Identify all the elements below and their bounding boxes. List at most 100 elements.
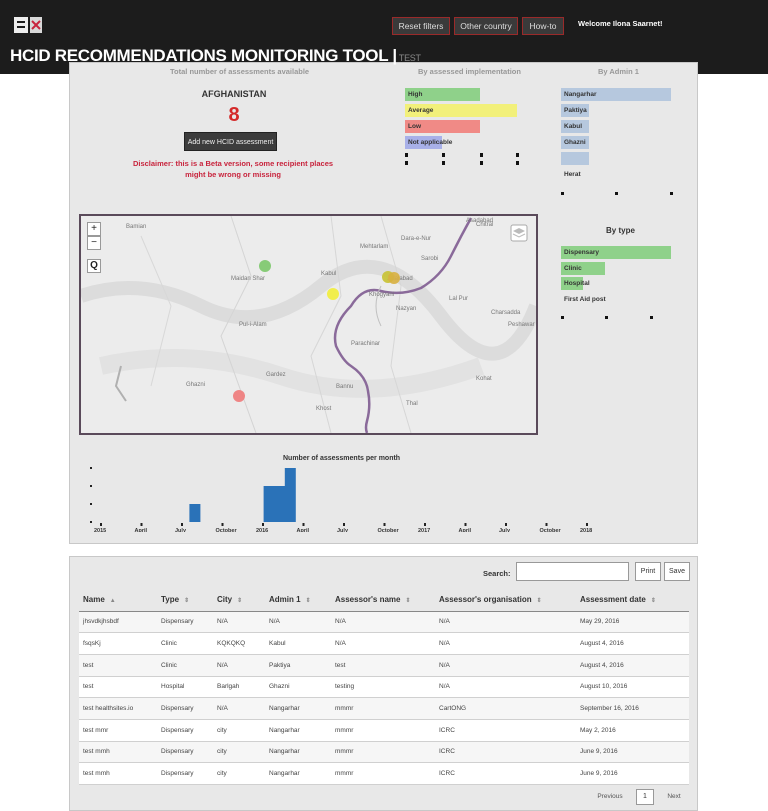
type-bar[interactable]: First Aid post [561,293,606,306]
type-bar[interactable]: Hospital [561,277,590,290]
reset-filters-button[interactable]: Reset filters [392,17,450,35]
admin1-bar[interactable] [561,152,589,165]
table-row[interactable]: test Hospital Barlgah Ghazni testing N/A Augus… [79,676,689,699]
sort-icon[interactable]: ⇕ [237,597,242,604]
table-cell: Dispensary [157,741,213,764]
table-cell: testing [331,676,435,699]
x-axis-tick [262,523,264,526]
search-input[interactable] [516,562,629,581]
type-bar[interactable]: Clinic [561,261,605,275]
next-page-button[interactable]: Next [660,790,688,804]
map-marker[interactable] [327,288,339,300]
table-cell: mmmr [331,762,435,785]
table-cell: Kabul [265,632,331,655]
monthly-bar[interactable] [284,468,296,522]
column-header-type[interactable]: Type ⇕ [157,589,213,612]
other-country-button[interactable]: Other country [454,17,518,35]
sort-icon[interactable]: ⇕ [306,597,311,604]
table-cell: city [213,741,265,764]
map-place-label: Thal [406,401,418,407]
x-tick-label: 2015 [94,528,106,532]
map-place-label: Peshawar [508,322,535,328]
monthly-bar[interactable] [263,486,275,522]
zoom-in-button[interactable]: + [87,222,101,236]
sort-icon[interactable]: ⇕ [651,597,656,604]
column-header-city[interactable]: City ⇕ [213,589,265,612]
faded-heading-total: Total number of assessments available [170,67,310,76]
table-row[interactable]: test mmr Dispensary city Nangarhar mmmr ICRC M… [79,719,689,742]
admin1-bar[interactable]: Kabul [561,120,589,133]
sort-icon[interactable]: ⇕ [406,597,411,604]
admin1-bar[interactable]: Ghazni [561,136,589,149]
map-basemap [81,216,536,433]
table-cell: mmmr [331,741,435,764]
axis-tick [405,153,408,157]
table-cell: August 4, 2016 [576,632,689,655]
map-view[interactable]: Bamian Chitral Asadabad Mehtarlam Dara-e-Nur… [79,214,538,435]
table-cell: N/A [213,697,265,720]
column-header-assessor-name[interactable]: Assessor's name ⇕ [331,589,435,612]
table-cell: city [213,762,265,785]
monthly-bar[interactable] [274,486,286,522]
table-cell: Nangarhar [265,762,331,785]
zoom-out-button[interactable]: − [87,236,101,250]
map-marker[interactable] [388,272,400,284]
monthly-chart-title: Number of assessments per month [283,455,401,462]
map-place-label: Khogyani [369,292,395,298]
howto-button[interactable]: How-to [522,17,564,35]
y-axis-tick [90,467,92,469]
map-search-icon[interactable]: Q [87,259,101,273]
table-cell: September 16, 2016 [576,697,689,720]
sort-icon[interactable]: ⇕ [537,597,542,604]
map-place-label: Pul-i-Alam [239,322,267,328]
sort-asc-icon[interactable]: ▲ [110,598,116,604]
admin1-bar[interactable]: Paktiya [561,104,589,117]
table-cell: August 4, 2016 [576,654,689,677]
layers-icon[interactable] [510,224,528,242]
table-row[interactable]: test mmh Dispensary city Nangarhar mmmr ICRC J… [79,741,689,764]
save-button[interactable]: Save [664,562,690,581]
table-row[interactable]: test Clinic N/A Paktiya test N/A August 4, 201… [79,654,689,677]
faded-heading-implementation: By assessed implementation [418,67,521,76]
table-row[interactable]: jhsvdkjhsbdf Dispensary N/A N/A N/A N/A May 29… [79,611,689,634]
table-cell: ICRC [435,741,576,764]
map-place-label: Dara-e-Nur [401,236,432,242]
table-cell: test [79,676,157,699]
by-type-title: By type [606,226,635,235]
table-cell: Dispensary [157,611,213,634]
column-header-assessment-date[interactable]: Assessment date ⇕ [576,589,689,612]
implementation-bar[interactable]: Average [405,104,517,117]
table-cell: May 29, 2016 [576,611,689,634]
map-marker[interactable] [259,260,271,272]
previous-page-button[interactable]: Previous [590,790,630,804]
table-cell: mmmr [331,719,435,742]
table-row[interactable]: test healthsites.io Dispensary N/A Nangarha… [79,697,689,720]
admin1-bar[interactable]: Nangarhar [561,88,671,101]
monthly-bar[interactable] [189,504,201,522]
assessment-count: 8 [228,104,240,126]
table-cell: Hospital [157,676,213,699]
implementation-bar[interactable]: Low [405,120,480,133]
table-row[interactable]: test mmh Dispensary city Nangarhar mmmr ICRC J… [79,762,689,785]
map-marker[interactable] [233,390,245,402]
table-cell: N/A [213,654,265,677]
add-assessment-button[interactable]: Add new HCID assessment [184,132,277,151]
column-header-assessor-organisation[interactable]: Assessor's organisation ⇕ [435,589,576,612]
assessments-table: Name ▲ Type ⇕ City ⇕ Admin 1 ⇕ Assessor's na… [79,589,689,785]
admin1-bar[interactable]: Herat [561,168,581,181]
table-cell: N/A [435,654,576,677]
map-place-label: Asadabad [466,218,494,224]
table-row[interactable]: fsqsKj Clinic KQKQKQ Kabul N/A N/A August 4, 2… [79,632,689,655]
column-header-admin1[interactable]: Admin 1 ⇕ [265,589,331,612]
column-header-name[interactable]: Name ▲ [79,589,157,612]
x-axis-tick [505,523,507,526]
table-cell: fsqsKj [79,632,157,655]
implementation-bar[interactable]: High [405,88,480,101]
print-button[interactable]: Print [635,562,661,581]
implementation-bar[interactable]: Not applicable [405,136,452,149]
type-bar[interactable]: Dispensary [561,246,671,259]
page-number-button[interactable]: 1 [636,789,654,805]
x-axis-tick [181,523,183,526]
disclaimer-text: Disclaimer: this is a Beta version, some… [132,159,334,179]
sort-icon[interactable]: ⇕ [184,597,189,604]
